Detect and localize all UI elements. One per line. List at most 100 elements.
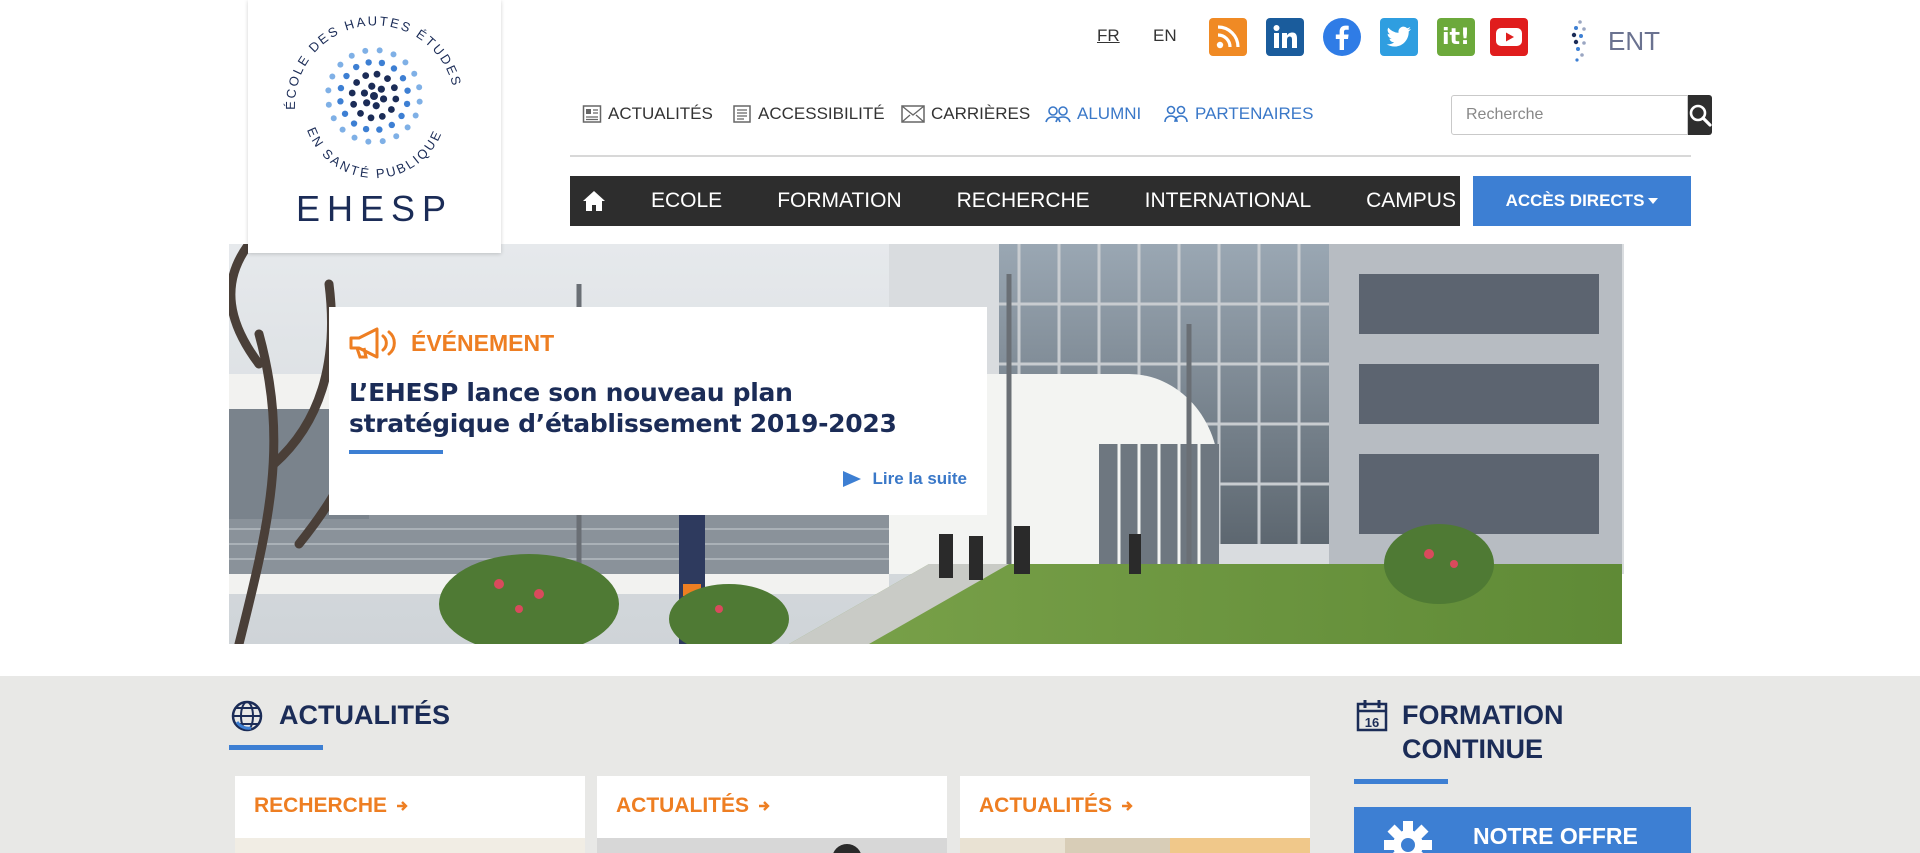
search-input[interactable] <box>1451 95 1688 135</box>
facebook-icon[interactable] <box>1323 18 1361 56</box>
formation-title: FORMATION CONTINUE <box>1402 700 1564 764</box>
logo-dot <box>365 59 372 66</box>
calendar-icon: 16 <box>1356 700 1388 732</box>
search-icon <box>1689 104 1712 127</box>
partners-icon <box>1164 105 1188 123</box>
util-actualites-link[interactable]: ACTUALITÉS <box>582 102 713 126</box>
linkedin-icon[interactable] <box>1266 18 1304 56</box>
logo-dot <box>341 110 349 117</box>
youtube-icon[interactable] <box>1490 18 1528 56</box>
arrow-right-icon <box>1122 801 1133 811</box>
event-tag-label: ÉVÉNEMENT <box>411 329 555 356</box>
arrow-right-icon <box>759 801 770 811</box>
util-accessibilite-label: ACCESSIBILITÉ <box>758 104 885 123</box>
logo-dot <box>387 106 395 113</box>
nav-formation[interactable]: FORMATION <box>777 176 901 226</box>
news-card-image <box>235 838 585 853</box>
nav-international[interactable]: INTERNATIONAL <box>1145 176 1311 226</box>
news-card-recherche[interactable]: RECHERCHE <box>235 776 585 853</box>
read-more-label: Lire la suite <box>872 469 967 488</box>
ehesp-logo[interactable]: ÉCOLE DES HAUTES ÉTUDES EN SANTÉ PUBLIQU… <box>248 0 501 253</box>
logo-dot <box>403 100 411 108</box>
logo-dot <box>362 125 370 133</box>
event-title[interactable]: L’EHESP lance son nouveau plan stratégiq… <box>349 377 949 439</box>
header-divider <box>570 155 1691 157</box>
logo-dot <box>362 72 370 80</box>
logo-text: EHESP <box>295 188 454 229</box>
util-carrieres-link[interactable]: CARRIÈRES <box>901 102 1030 126</box>
lang-fr-link[interactable]: FR <box>1097 26 1120 46</box>
logo-dot <box>325 87 332 94</box>
read-more-link[interactable]: Lire la suite <box>842 469 967 489</box>
util-partenaires-label: PARTENAIRES <box>1195 104 1314 123</box>
svg-text:EN SANTÉ PUBLIQUE: EN SANTÉ PUBLIQUE <box>304 125 445 181</box>
util-partenaires-link[interactable]: PARTENAIRES <box>1163 102 1313 126</box>
logo-dot <box>357 109 364 117</box>
search-button[interactable] <box>1688 95 1712 135</box>
logo-dot <box>379 95 388 103</box>
nav-campus[interactable]: CAMPUS <box>1366 176 1456 226</box>
actualites-heading: ACTUALITÉS <box>229 698 450 734</box>
arrow-right-icon <box>397 801 408 811</box>
acces-directs-button[interactable]: ACCÈS DIRECTS <box>1473 176 1691 226</box>
news-card-actualites-2[interactable]: ACTUALITÉS <box>960 776 1310 853</box>
home-icon <box>583 191 605 211</box>
logo-dot <box>329 73 336 80</box>
logo-dot <box>368 82 376 90</box>
document-icon <box>733 105 751 123</box>
event-title-underline <box>349 450 443 454</box>
twitter-icon[interactable] <box>1380 18 1418 56</box>
logo-dot <box>353 63 360 71</box>
logo-dot <box>399 75 407 82</box>
offre-formation-label: NOTRE OFFRE DE FORMATION <box>1473 823 1638 849</box>
logo-dot <box>339 126 346 133</box>
globe-icon <box>231 700 263 732</box>
logo-dot <box>363 99 371 107</box>
logo-dot <box>373 70 381 78</box>
logo-dot <box>362 47 369 54</box>
rss-icon[interactable] <box>1209 18 1247 56</box>
news-card-label: ACTUALITÉS <box>616 794 771 818</box>
event-tag: ÉVÉNEMENT <box>349 327 554 359</box>
logo-dot <box>370 92 378 100</box>
event-card[interactable]: ÉVÉNEMENT L’EHESP lance son nouveau plan… <box>329 307 987 515</box>
logo-dot <box>372 102 380 110</box>
formation-heading: 16 FORMATION CONTINUE <box>1356 698 1602 766</box>
logo-dot <box>390 51 397 58</box>
scoopit-icon[interactable]: it! <box>1437 18 1475 56</box>
logo-dot <box>353 79 361 86</box>
actualites-title: ACTUALITÉS <box>279 700 450 730</box>
logo-dot <box>378 59 386 67</box>
search-bar <box>1451 95 1712 135</box>
news-card-actualites-1[interactable]: ACTUALITÉS <box>597 776 947 853</box>
nav-ecole[interactable]: ECOLE <box>651 176 722 226</box>
nav-recherche[interactable]: RECHERCHE <box>957 176 1090 226</box>
ent-link[interactable]: ENT <box>1568 18 1660 64</box>
logo-dot <box>404 124 411 131</box>
logo-dot <box>378 112 386 120</box>
util-alumni-label: ALUMNI <box>1077 104 1142 123</box>
logo-dot <box>351 134 358 141</box>
logo-dot <box>404 87 411 94</box>
main-nav: ECOLE FORMATION RECHERCHE INTERNATIONAL … <box>570 176 1460 226</box>
envelope-icon <box>901 105 925 123</box>
logo-dot <box>392 95 400 103</box>
caret-down-icon <box>1648 198 1659 204</box>
offre-formation-button[interactable]: NOTRE OFFRE DE FORMATION <box>1354 807 1691 853</box>
logo-dot <box>412 112 419 119</box>
logo-dot <box>350 120 358 127</box>
logo-emblem: ÉCOLE DES HAUTES ÉTUDES EN SANTÉ PUBLIQU… <box>283 13 463 181</box>
logo-dot <box>330 115 337 122</box>
util-alumni-link[interactable]: ALUMNI <box>1045 102 1141 126</box>
logo-dot <box>337 84 345 92</box>
util-actualites-label: ACTUALITÉS <box>608 104 713 123</box>
lang-en-link[interactable]: EN <box>1153 26 1177 46</box>
ent-label: ENT <box>1608 26 1660 56</box>
news-card-label: RECHERCHE <box>254 794 409 818</box>
home-button[interactable] <box>570 176 618 226</box>
news-card-category: ACTUALITÉS <box>616 794 749 817</box>
formation-underline <box>1354 779 1448 784</box>
logo-dot <box>337 61 344 68</box>
util-accessibilite-link[interactable]: ACCESSIBILITÉ <box>732 102 885 126</box>
logo-dot <box>348 89 356 97</box>
